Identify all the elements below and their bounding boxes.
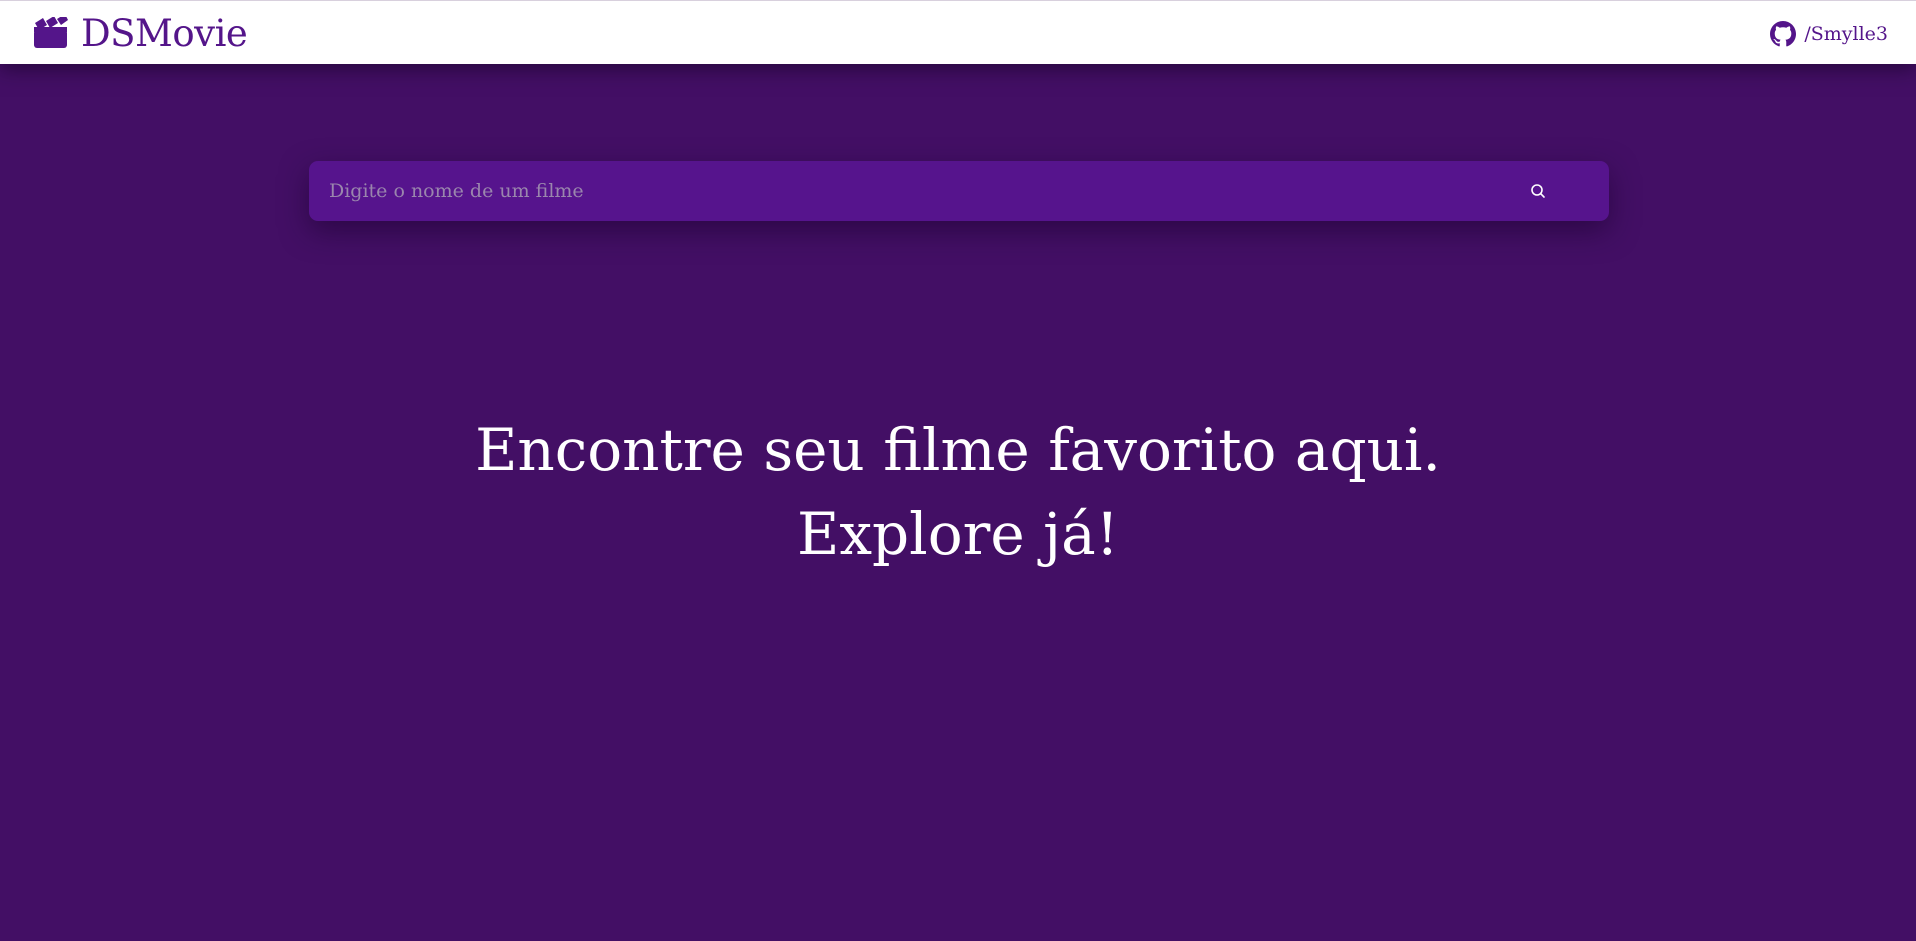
brand-name: DSMovie [81,11,248,55]
brand-home-link[interactable]: DSMovie [33,11,248,55]
top-navbar: DSMovie /Smylle3 [0,0,1916,64]
search-button[interactable] [1510,161,1566,221]
github-icon [1770,21,1797,47]
github-username: /Smylle3 [1804,23,1888,45]
hero-line-1: Encontre seu filme favorito aqui. [475,416,1441,484]
search-input[interactable] [309,161,1510,221]
search-icon [1531,184,1545,198]
hero-line-2: Explore já! [796,500,1119,568]
hero-heading: Encontre seu filme favorito aqui. Explor… [0,408,1916,576]
clapperboard-icon [34,17,68,48]
search-bar [309,161,1609,221]
github-profile-link[interactable]: /Smylle3 [1770,20,1888,48]
